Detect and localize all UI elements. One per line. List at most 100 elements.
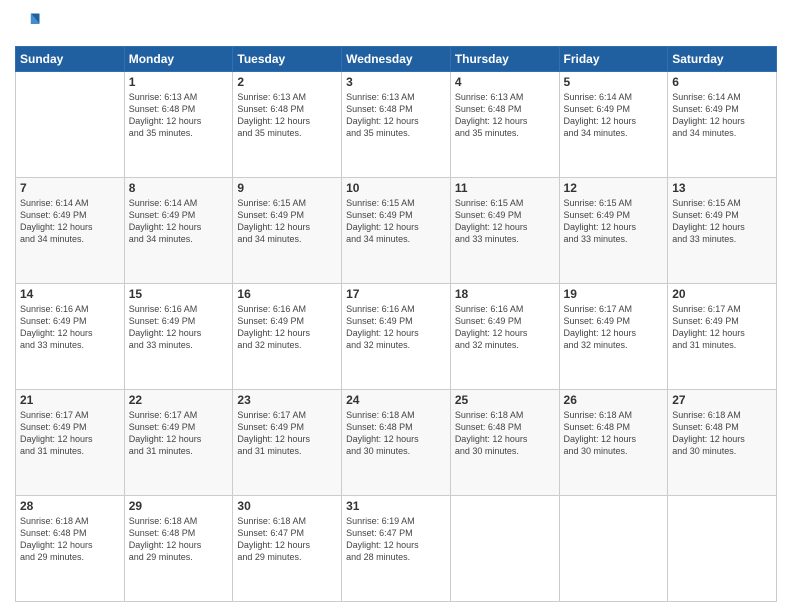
day-info: Sunrise: 6:13 AM Sunset: 6:48 PM Dayligh… (455, 91, 555, 140)
day-number: 24 (346, 393, 446, 407)
day-number: 25 (455, 393, 555, 407)
day-info: Sunrise: 6:18 AM Sunset: 6:48 PM Dayligh… (455, 409, 555, 458)
calendar-cell: 8 Sunrise: 6:14 AM Sunset: 6:49 PM Daylig… (124, 178, 233, 284)
day-info: Sunrise: 6:15 AM Sunset: 6:49 PM Dayligh… (237, 197, 337, 246)
logo-icon (15, 10, 43, 38)
calendar-cell: 6 Sunrise: 6:14 AM Sunset: 6:49 PM Daylig… (668, 72, 777, 178)
day-number: 22 (129, 393, 229, 407)
day-number: 3 (346, 75, 446, 89)
day-info: Sunrise: 6:17 AM Sunset: 6:49 PM Dayligh… (564, 303, 664, 352)
calendar-cell: 30Sunrise: 6:18 AM Sunset: 6:47 PM Dayli… (233, 496, 342, 602)
day-info: Sunrise: 6:15 AM Sunset: 6:49 PM Dayligh… (455, 197, 555, 246)
day-of-week-header: Monday (124, 47, 233, 72)
day-number: 31 (346, 499, 446, 513)
calendar-cell: 9 Sunrise: 6:15 AM Sunset: 6:49 PM Daylig… (233, 178, 342, 284)
page: SundayMondayTuesdayWednesdayThursdayFrid… (0, 0, 792, 612)
day-info: Sunrise: 6:16 AM Sunset: 6:49 PM Dayligh… (129, 303, 229, 352)
day-number: 12 (564, 181, 664, 195)
calendar-cell: 31 Sunrise: 6:19 AM Sunset: 6:47 PM Dayli… (342, 496, 451, 602)
day-info: Sunrise: 6:14 AM Sunset: 6:49 PM Dayligh… (564, 91, 664, 140)
calendar-cell: 11Sunrise: 6:15 AM Sunset: 6:49 PM Dayli… (450, 178, 559, 284)
day-info: Sunrise: 6:18 AM Sunset: 6:48 PM Dayligh… (672, 409, 772, 458)
calendar-cell: 13 Sunrise: 6:15 AM Sunset: 6:49 PM Dayli… (668, 178, 777, 284)
day-number: 7 (20, 181, 120, 195)
calendar-week-row: 7 Sunrise: 6:14 AM Sunset: 6:49 PM Daylig… (16, 178, 777, 284)
day-info: Sunrise: 6:17 AM Sunset: 6:49 PM Dayligh… (129, 409, 229, 458)
calendar-cell: 12 Sunrise: 6:15 AM Sunset: 6:49 PM Dayli… (559, 178, 668, 284)
day-of-week-header: Saturday (668, 47, 777, 72)
calendar-cell: 28Sunrise: 6:18 AM Sunset: 6:48 PM Dayli… (16, 496, 125, 602)
calendar-cell: 22 Sunrise: 6:17 AM Sunset: 6:49 PM Dayli… (124, 390, 233, 496)
calendar-week-row: 21 Sunrise: 6:17 AM Sunset: 6:49 PM Dayli… (16, 390, 777, 496)
day-number: 23 (237, 393, 337, 407)
day-info: Sunrise: 6:16 AM Sunset: 6:49 PM Dayligh… (237, 303, 337, 352)
day-info: Sunrise: 6:16 AM Sunset: 6:49 PM Dayligh… (346, 303, 446, 352)
calendar-cell: 17Sunrise: 6:16 AM Sunset: 6:49 PM Dayli… (342, 284, 451, 390)
logo (15, 10, 47, 38)
day-info: Sunrise: 6:17 AM Sunset: 6:49 PM Dayligh… (672, 303, 772, 352)
header (15, 10, 777, 38)
calendar-cell: 16 Sunrise: 6:16 AM Sunset: 6:49 PM Dayli… (233, 284, 342, 390)
day-info: Sunrise: 6:14 AM Sunset: 6:49 PM Dayligh… (672, 91, 772, 140)
day-of-week-header: Friday (559, 47, 668, 72)
day-info: Sunrise: 6:18 AM Sunset: 6:48 PM Dayligh… (564, 409, 664, 458)
calendar-cell: 5 Sunrise: 6:14 AM Sunset: 6:49 PM Daylig… (559, 72, 668, 178)
day-number: 18 (455, 287, 555, 301)
day-number: 26 (564, 393, 664, 407)
day-info: Sunrise: 6:16 AM Sunset: 6:49 PM Dayligh… (20, 303, 120, 352)
calendar-cell: 2 Sunrise: 6:13 AM Sunset: 6:48 PM Daylig… (233, 72, 342, 178)
day-number: 5 (564, 75, 664, 89)
day-number: 19 (564, 287, 664, 301)
day-number: 13 (672, 181, 772, 195)
calendar-cell: 1Sunrise: 6:13 AM Sunset: 6:48 PM Daylig… (124, 72, 233, 178)
day-info: Sunrise: 6:13 AM Sunset: 6:48 PM Dayligh… (129, 91, 229, 140)
day-number: 9 (237, 181, 337, 195)
calendar-cell (450, 496, 559, 602)
day-info: Sunrise: 6:19 AM Sunset: 6:47 PM Dayligh… (346, 515, 446, 564)
day-number: 8 (129, 181, 229, 195)
calendar-cell: 19 Sunrise: 6:17 AM Sunset: 6:49 PM Dayli… (559, 284, 668, 390)
day-of-week-header: Tuesday (233, 47, 342, 72)
day-number: 4 (455, 75, 555, 89)
calendar-week-row: 14 Sunrise: 6:16 AM Sunset: 6:49 PM Dayli… (16, 284, 777, 390)
day-number: 30 (237, 499, 337, 513)
day-info: Sunrise: 6:15 AM Sunset: 6:49 PM Dayligh… (346, 197, 446, 246)
day-number: 14 (20, 287, 120, 301)
calendar-cell: 15Sunrise: 6:16 AM Sunset: 6:49 PM Dayli… (124, 284, 233, 390)
day-info: Sunrise: 6:16 AM Sunset: 6:49 PM Dayligh… (455, 303, 555, 352)
day-info: Sunrise: 6:13 AM Sunset: 6:48 PM Dayligh… (237, 91, 337, 140)
day-number: 6 (672, 75, 772, 89)
calendar-cell: 18 Sunrise: 6:16 AM Sunset: 6:49 PM Dayli… (450, 284, 559, 390)
calendar-cell (668, 496, 777, 602)
day-info: Sunrise: 6:14 AM Sunset: 6:49 PM Dayligh… (129, 197, 229, 246)
calendar-cell: 21 Sunrise: 6:17 AM Sunset: 6:49 PM Dayli… (16, 390, 125, 496)
calendar-table: SundayMondayTuesdayWednesdayThursdayFrid… (15, 46, 777, 602)
day-number: 10 (346, 181, 446, 195)
day-number: 28 (20, 499, 120, 513)
calendar-cell: 14 Sunrise: 6:16 AM Sunset: 6:49 PM Dayli… (16, 284, 125, 390)
day-number: 27 (672, 393, 772, 407)
calendar-cell: 10 Sunrise: 6:15 AM Sunset: 6:49 PM Dayli… (342, 178, 451, 284)
calendar-cell: 25 Sunrise: 6:18 AM Sunset: 6:48 PM Dayli… (450, 390, 559, 496)
calendar-header: SundayMondayTuesdayWednesdayThursdayFrid… (16, 47, 777, 72)
calendar-cell: 20Sunrise: 6:17 AM Sunset: 6:49 PM Dayli… (668, 284, 777, 390)
calendar-cell: 4 Sunrise: 6:13 AM Sunset: 6:48 PM Daylig… (450, 72, 559, 178)
day-of-week-header: Wednesday (342, 47, 451, 72)
day-info: Sunrise: 6:15 AM Sunset: 6:49 PM Dayligh… (564, 197, 664, 246)
day-info: Sunrise: 6:18 AM Sunset: 6:48 PM Dayligh… (346, 409, 446, 458)
day-of-week-header: Thursday (450, 47, 559, 72)
day-of-week-header: Sunday (16, 47, 125, 72)
days-of-week-row: SundayMondayTuesdayWednesdayThursdayFrid… (16, 47, 777, 72)
calendar-cell: 7Sunrise: 6:14 AM Sunset: 6:49 PM Daylig… (16, 178, 125, 284)
day-info: Sunrise: 6:17 AM Sunset: 6:49 PM Dayligh… (20, 409, 120, 458)
day-number: 21 (20, 393, 120, 407)
calendar-week-row: 1Sunrise: 6:13 AM Sunset: 6:48 PM Daylig… (16, 72, 777, 178)
calendar-cell: 24 Sunrise: 6:18 AM Sunset: 6:48 PM Dayli… (342, 390, 451, 496)
day-info: Sunrise: 6:15 AM Sunset: 6:49 PM Dayligh… (672, 197, 772, 246)
day-info: Sunrise: 6:17 AM Sunset: 6:49 PM Dayligh… (237, 409, 337, 458)
calendar-cell: 23 Sunrise: 6:17 AM Sunset: 6:49 PM Dayli… (233, 390, 342, 496)
calendar-cell: 3Sunrise: 6:13 AM Sunset: 6:48 PM Daylig… (342, 72, 451, 178)
calendar-cell: 29Sunrise: 6:18 AM Sunset: 6:48 PM Dayli… (124, 496, 233, 602)
day-number: 16 (237, 287, 337, 301)
day-number: 2 (237, 75, 337, 89)
